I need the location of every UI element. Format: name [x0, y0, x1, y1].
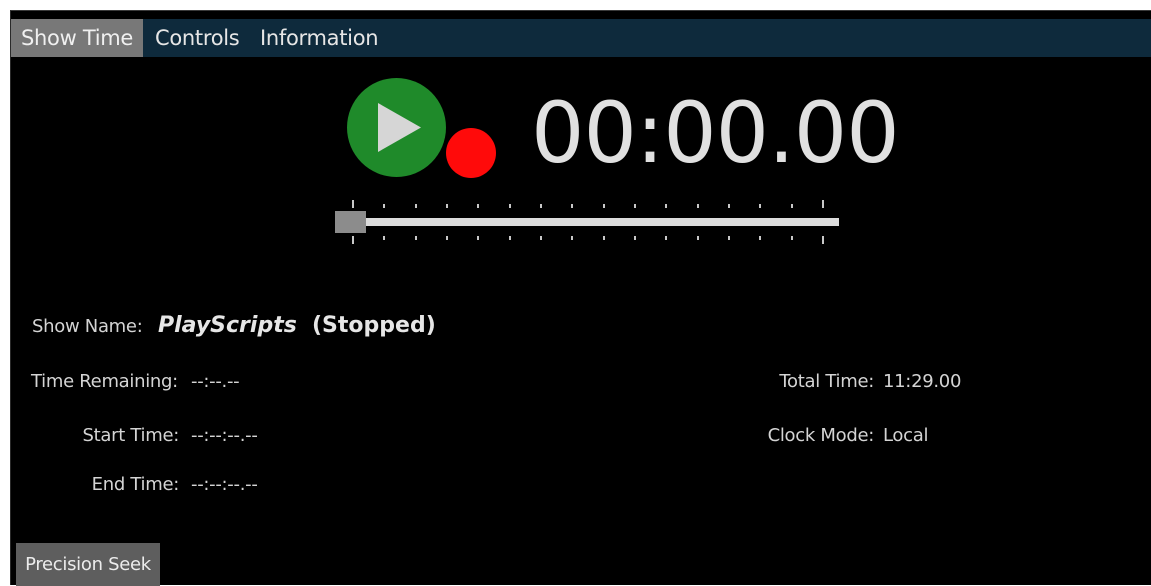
- precision-seek-button[interactable]: Precision Seek: [16, 543, 160, 586]
- play-button[interactable]: [347, 78, 446, 177]
- seek-tick: [540, 204, 542, 208]
- seek-tick: [697, 204, 699, 208]
- seek-tick: [415, 204, 417, 208]
- seek-tick: [446, 236, 448, 240]
- tab-information[interactable]: Information: [250, 19, 388, 57]
- tab-controls[interactable]: Controls: [145, 19, 249, 57]
- seek-tick: [634, 204, 636, 208]
- seek-tick: [415, 236, 417, 240]
- start-time-label: Start Time:: [82, 425, 179, 446]
- seek-tick: [509, 236, 511, 240]
- seek-tick: [634, 236, 636, 240]
- main-window: Show Time Controls Information 00:00.00 …: [10, 10, 1151, 586]
- play-icon: [378, 103, 421, 152]
- seek-tick: [791, 204, 793, 208]
- show-name-value: PlayScripts: [158, 313, 297, 338]
- seek-tick: [383, 236, 385, 240]
- seek-tick: [383, 204, 385, 208]
- seek-tick: [728, 236, 730, 240]
- seek-tick: [352, 236, 354, 244]
- start-time-value: --:--:--.--: [191, 425, 258, 446]
- seek-tick: [791, 236, 793, 240]
- seek-tick: [665, 204, 667, 208]
- clock-mode-value: Local: [883, 425, 929, 446]
- total-time-label: Total Time:: [779, 371, 874, 392]
- tab-bar: Show Time Controls Information: [11, 19, 1151, 57]
- record-indicator: [446, 128, 496, 178]
- seek-tick: [477, 236, 479, 240]
- show-name-label: Show Name:: [32, 316, 143, 337]
- clock-mode-label: Clock Mode:: [767, 425, 875, 446]
- end-time-value: --:--:--.--: [191, 474, 258, 495]
- seek-tick: [759, 236, 761, 240]
- show-status: (Stopped): [312, 313, 436, 338]
- total-time-value: 11:29.00: [883, 371, 962, 392]
- seek-track[interactable]: [337, 218, 839, 226]
- seek-tick: [603, 236, 605, 240]
- seek-tick: [728, 204, 730, 208]
- seek-tick: [603, 204, 605, 208]
- end-time-label: End Time:: [91, 474, 180, 495]
- seek-tick: [571, 236, 573, 240]
- seek-tick: [665, 236, 667, 240]
- time-remaining-value: --:--.--: [191, 371, 240, 392]
- seek-tick: [759, 204, 761, 208]
- seek-thumb[interactable]: [335, 211, 366, 233]
- seek-tick: [446, 204, 448, 208]
- seek-tick: [697, 236, 699, 240]
- seek-tick: [352, 200, 354, 208]
- show-clock: 00:00.00: [531, 84, 900, 182]
- seek-tick: [540, 236, 542, 240]
- seek-tick: [822, 236, 824, 244]
- tab-show-time[interactable]: Show Time: [11, 19, 143, 57]
- time-remaining-label: Time Remaining:: [31, 371, 178, 392]
- seek-tick: [509, 204, 511, 208]
- seek-tick: [477, 204, 479, 208]
- seek-tick: [571, 204, 573, 208]
- seek-tick: [822, 200, 824, 208]
